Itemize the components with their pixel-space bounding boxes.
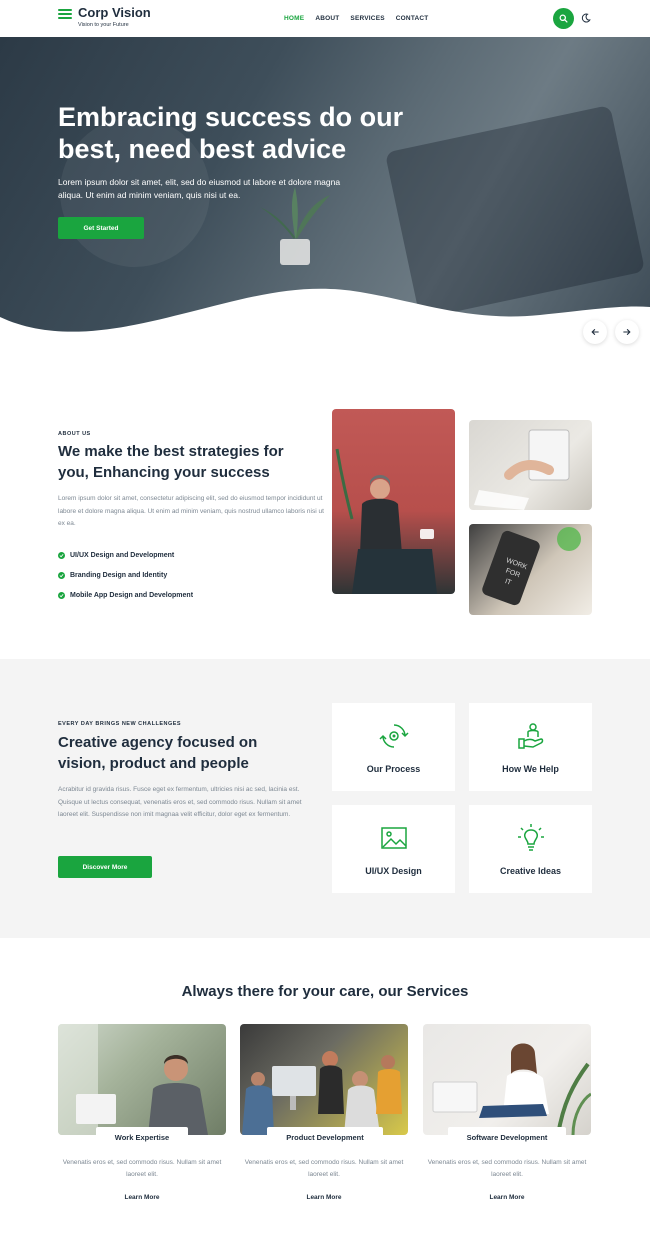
feature-label: Creative Ideas [499,866,562,876]
feature-card-our-process[interactable]: Our Process [332,703,455,791]
feature-label: UI/UX Design [365,866,422,876]
hero-description: Lorem ipsum dolor sit amet, elit, sed do… [58,177,341,200]
arrow-left-icon [591,329,599,335]
checklist-label: Mobile App Design and Development [70,591,194,599]
service-label: Software Development [448,1127,566,1148]
service-label: Work Expertise [96,1127,188,1148]
brand-tagline: Vision to your Future [78,22,129,28]
check-circle-icon [58,571,65,579]
dark-mode-moon-icon[interactable] [581,13,591,23]
brand-name: Corp Vision [78,5,151,20]
check-circle-icon [58,551,65,559]
service-photo [240,1024,408,1135]
learn-more-link[interactable]: Learn More [240,1194,408,1201]
about-photo-phone: WORK FOR IT [469,524,592,615]
about-title: We make the best strategies for you, Enh… [58,443,284,481]
feature-card-ui-ux-design[interactable]: UI/UX Design [332,805,455,893]
service-description: Venenatis eros et, sed commodo risus. Nu… [427,1159,587,1178]
process-title: Creative agency focused on vision, produ… [58,734,258,772]
checklist-item: Branding Design and Identity [58,565,193,585]
services-title: Always there for your care, our Services [181,983,469,1000]
get-started-button[interactable]: Get Started [58,217,144,239]
about-text: Lorem ipsum dolor sit amet, consectetur … [58,495,324,527]
search-button[interactable] [553,8,574,29]
hero-banner: Embracing success do our best, need best… [0,37,650,333]
service-card-software-development[interactable] [423,1024,591,1135]
learn-more-link[interactable]: Learn More [423,1194,591,1201]
service-description: Venenatis eros et, sed commodo risus. Nu… [244,1159,404,1178]
arrow-right-icon [623,329,631,335]
main-nav: HOME ABOUT SERVICES CONTACT [284,15,428,22]
image-frame-icon [380,827,407,849]
service-description: Venenatis eros et, sed commodo risus. Nu… [62,1159,222,1178]
service-photo [423,1024,591,1135]
helping-hand-icon [517,723,543,749]
site-header: Corp Vision Vision to your Future HOME A… [0,0,650,37]
nav-contact[interactable]: CONTACT [396,15,429,22]
process-eyebrow: EVERY DAY BRINGS NEW CHALLENGES [58,721,182,727]
nav-about[interactable]: ABOUT [315,15,339,22]
nav-home[interactable]: HOME [284,15,304,22]
search-icon [559,14,568,23]
nav-services[interactable]: SERVICES [350,15,384,22]
carousel-next-button[interactable] [615,320,639,344]
learn-more-link[interactable]: Learn More [58,1194,226,1201]
feature-label: How We Help [502,764,559,774]
carousel-prev-button[interactable] [583,320,607,344]
checklist-item: UI/UX Design and Development [58,545,193,565]
hero-wave-divider [0,288,650,333]
service-card-product-development[interactable] [240,1024,408,1135]
check-circle-icon [58,591,65,599]
gear-cycle-icon [378,724,409,748]
checklist-item: Mobile App Design and Development [58,585,193,605]
about-checklist: UI/UX Design and Development Branding De… [58,545,193,605]
hero-title: Embracing success do our best, need best… [58,102,404,164]
about-photo-tablet [469,420,592,510]
process-text: Acrabitur id gravida risus. Fusce eget e… [58,786,302,818]
menu-lines-icon [58,9,72,19]
service-label: Product Development [267,1127,383,1148]
feature-card-how-we-help[interactable]: How We Help [469,703,592,791]
discover-more-button[interactable]: Discover More [58,856,152,878]
service-photo [58,1024,226,1135]
service-card-work-expertise[interactable] [58,1024,226,1135]
checklist-label: UI/UX Design and Development [70,551,175,559]
about-photo-businessman [332,409,455,594]
lightbulb-icon [517,824,544,851]
about-eyebrow: ABOUT US [58,431,91,437]
feature-label: Our Process [366,764,421,774]
checklist-label: Branding Design and Identity [70,571,168,579]
feature-card-creative-ideas[interactable]: Creative Ideas [469,805,592,893]
